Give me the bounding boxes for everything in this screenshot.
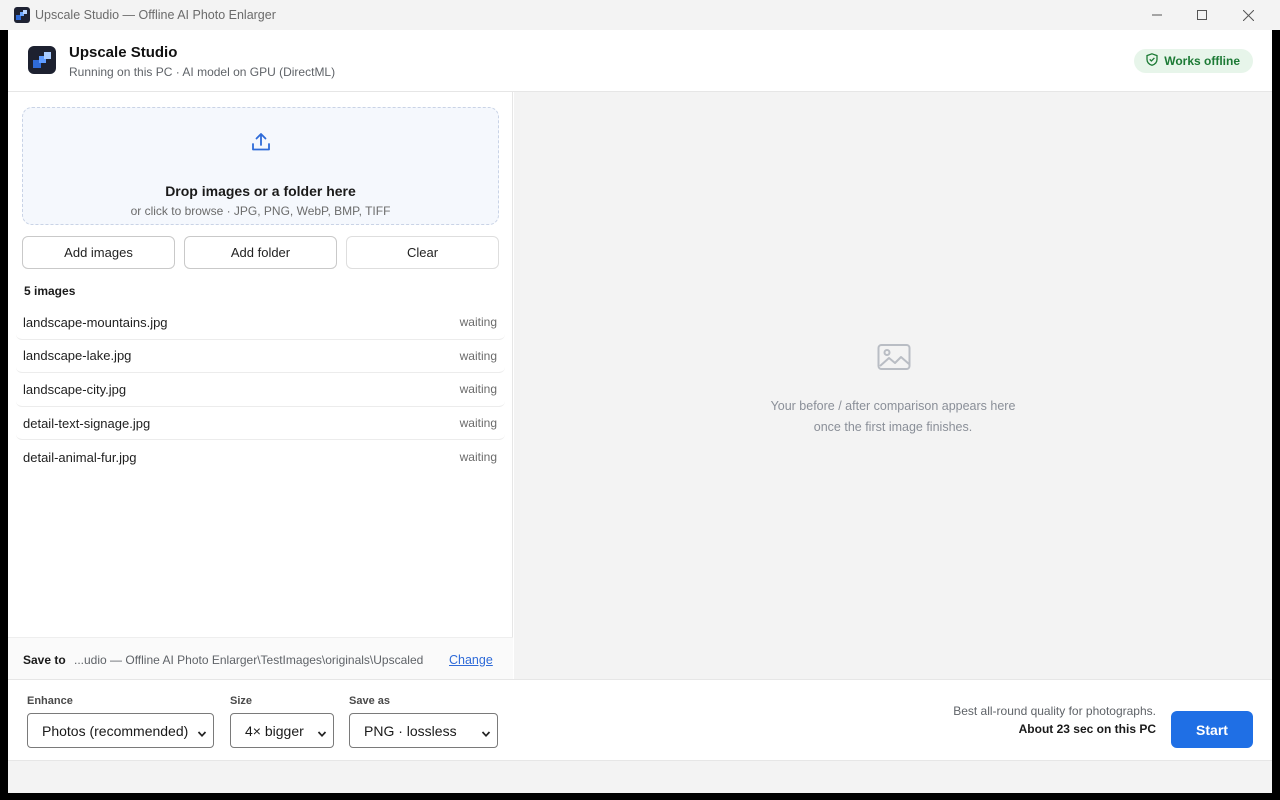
close-icon[interactable] bbox=[1225, 0, 1271, 30]
dropzone-title: Drop images or a folder here bbox=[165, 183, 356, 199]
save-as-select[interactable]: PNG · lossless bbox=[349, 713, 498, 748]
queue-actions: Add images Add folder Clear bbox=[22, 236, 499, 269]
maximize-icon[interactable] bbox=[1179, 0, 1225, 30]
app-logo-icon bbox=[28, 46, 56, 74]
file-row[interactable]: detail-animal-fur.jpg waiting bbox=[16, 440, 505, 474]
window-border-left bbox=[0, 30, 8, 800]
file-status: waiting bbox=[459, 416, 497, 431]
image-icon bbox=[877, 342, 911, 377]
image-count: 5 images bbox=[24, 284, 76, 298]
queue-panel: Drop images or a folder here or click to… bbox=[8, 92, 513, 679]
size-select-value: 4× bigger bbox=[245, 722, 304, 739]
file-row[interactable]: landscape-lake.jpg waiting bbox=[16, 340, 505, 374]
file-row[interactable]: landscape-city.jpg waiting bbox=[16, 373, 505, 407]
app-content: Upscale Studio Running on this PC · AI m… bbox=[8, 30, 1272, 793]
file-row[interactable]: detail-text-signage.jpg waiting bbox=[16, 407, 505, 441]
enhance-select[interactable]: Photos (recommended) bbox=[27, 713, 214, 748]
enhance-select-value: Photos (recommended) bbox=[42, 722, 189, 739]
add-images-button[interactable]: Add images bbox=[22, 236, 175, 269]
app-subtitle: Running on this PC · AI model on GPU (Di… bbox=[69, 65, 336, 79]
upload-icon bbox=[250, 131, 272, 158]
offline-badge-label: Works offline bbox=[1164, 54, 1240, 68]
preview-placeholder-line2: once the first image finishes. bbox=[813, 420, 973, 434]
file-name: detail-animal-fur.jpg bbox=[23, 449, 137, 465]
file-status: waiting bbox=[459, 348, 497, 363]
status-bar bbox=[8, 760, 1272, 793]
save-to-path: ...udio — Offline AI Photo Enlarger\Test… bbox=[74, 653, 424, 667]
save-as-label: Save as bbox=[349, 695, 390, 707]
file-row[interactable]: landscape-mountains.jpg waiting bbox=[16, 306, 505, 340]
app-logo-icon bbox=[14, 7, 30, 23]
dropzone-subtitle: or click to browse · JPG, PNG, WebP, BMP… bbox=[130, 204, 391, 218]
start-button[interactable]: Start bbox=[1171, 711, 1253, 748]
file-list: landscape-mountains.jpg waiting landscap… bbox=[16, 306, 505, 474]
chevron-down-icon bbox=[481, 726, 491, 742]
clear-button[interactable]: Clear bbox=[346, 236, 499, 269]
save-to-label: Save to bbox=[23, 653, 66, 667]
window-title: Upscale Studio — Offline AI Photo Enlarg… bbox=[35, 8, 276, 22]
file-name: landscape-city.jpg bbox=[23, 381, 127, 397]
app-header: Upscale Studio Running on this PC · AI m… bbox=[8, 30, 1272, 92]
title-bar: Upscale Studio — Offline AI Photo Enlarg… bbox=[0, 0, 1280, 30]
window-border-bottom bbox=[0, 793, 1280, 800]
chevron-down-icon bbox=[197, 726, 207, 742]
save-to-bar: Save to ...udio — Offline AI Photo Enlar… bbox=[8, 637, 513, 679]
file-name: detail-text-signage.jpg bbox=[23, 415, 151, 431]
app-window: Upscale Studio — Offline AI Photo Enlarg… bbox=[0, 0, 1280, 800]
enhance-label: Enhance bbox=[27, 695, 73, 707]
size-label: Size bbox=[230, 695, 253, 707]
save-as-select-value: PNG · lossless bbox=[364, 722, 457, 739]
preset-description: Best all-round quality for photographs. bbox=[953, 704, 1156, 718]
offline-badge: Works offline bbox=[1134, 49, 1253, 73]
preview-panel: Your before / after comparison appears h… bbox=[514, 92, 1272, 679]
chevron-down-icon bbox=[317, 726, 327, 742]
window-border-right bbox=[1272, 30, 1280, 800]
file-status: waiting bbox=[459, 382, 497, 397]
settings-bar: Enhance Photos (recommended) Size 4× big… bbox=[8, 679, 1272, 760]
change-output-link[interactable]: Change bbox=[449, 653, 493, 667]
preview-placeholder: Your before / after comparison appears h… bbox=[514, 396, 1272, 438]
preview-placeholder-line1: Your before / after comparison appears h… bbox=[770, 399, 1016, 413]
file-name: landscape-lake.jpg bbox=[23, 348, 132, 364]
shield-check-icon bbox=[1146, 53, 1158, 69]
app-name: Upscale Studio bbox=[69, 44, 178, 61]
file-status: waiting bbox=[459, 315, 497, 330]
file-name: landscape-mountains.jpg bbox=[23, 314, 168, 330]
add-folder-button[interactable]: Add folder bbox=[184, 236, 337, 269]
dropzone[interactable]: Drop images or a folder here or click to… bbox=[22, 107, 499, 225]
minimize-icon[interactable] bbox=[1134, 0, 1180, 30]
size-select[interactable]: 4× bigger bbox=[230, 713, 334, 748]
time-estimate: About 23 sec on this PC bbox=[1018, 722, 1156, 736]
file-status: waiting bbox=[459, 450, 497, 465]
